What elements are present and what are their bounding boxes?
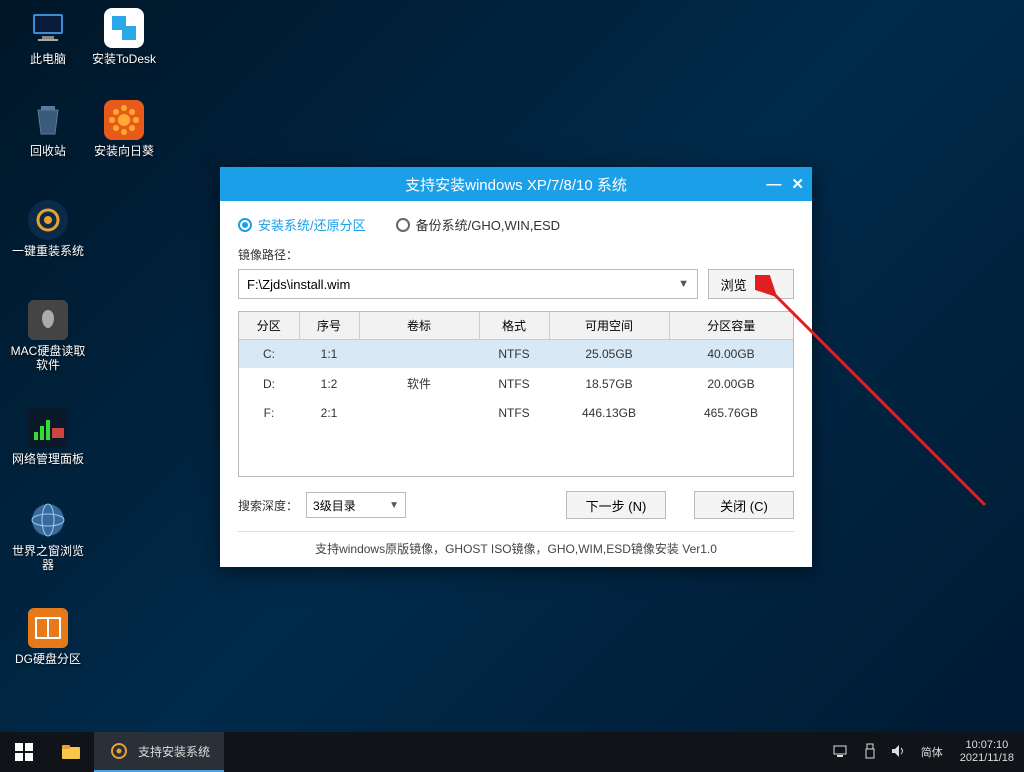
col-format: 格式 bbox=[479, 312, 549, 340]
todesk-icon bbox=[104, 8, 144, 48]
radio-backup[interactable]: 备份系统/GHO,WIN,ESD bbox=[396, 215, 560, 234]
taskbar-explorer[interactable] bbox=[48, 732, 94, 772]
taskbar-app-label: 支持安装系统 bbox=[138, 743, 210, 760]
icon-label: 回收站 bbox=[10, 144, 86, 158]
table-header-row: 分区 序号 卷标 格式 可用空间 分区容量 bbox=[239, 312, 793, 340]
window-title: 支持安装windows XP/7/8/10 系统 bbox=[405, 174, 627, 195]
windows-icon bbox=[15, 743, 33, 761]
apple-disk-icon bbox=[28, 300, 68, 340]
col-volume: 卷标 bbox=[359, 312, 479, 340]
icon-label: 网络管理面板 bbox=[10, 452, 86, 466]
icon-label: 世界之窗浏览器 bbox=[10, 544, 86, 572]
gear-icon bbox=[28, 200, 68, 240]
search-depth-dropdown[interactable]: 3级目录 ▼ bbox=[306, 492, 406, 518]
table-row[interactable]: C: 1:1 NTFS 25.05GB 40.00GB bbox=[239, 340, 793, 369]
next-button[interactable]: 下一步 (N) bbox=[566, 491, 666, 519]
icon-label: MAC硬盘读取软件 bbox=[10, 344, 86, 372]
radio-dot-icon bbox=[396, 218, 410, 232]
folder-icon bbox=[60, 741, 82, 763]
icon-label: 一键重装系统 bbox=[10, 244, 86, 258]
path-row: F:\Zjds\install.wim ▼ 浏览（B） bbox=[238, 269, 794, 299]
date-text: 2021/11/18 bbox=[960, 752, 1014, 765]
window-controls: — ✕ bbox=[766, 167, 804, 201]
installer-dialog: 支持安装windows XP/7/8/10 系统 — ✕ 安装系统/还原分区 备… bbox=[220, 167, 812, 567]
taskbar-app-installer[interactable]: 支持安装系统 bbox=[94, 732, 224, 772]
icon-label: 安装向日葵 bbox=[86, 144, 162, 158]
partition-table: 分区 序号 卷标 格式 可用空间 分区容量 C: 1:1 NTFS 25.05G… bbox=[238, 311, 794, 477]
icon-label: DG硬盘分区 bbox=[10, 652, 86, 666]
chevron-down-icon: ▼ bbox=[678, 278, 689, 290]
table-row[interactable]: D: 1:2 软件 NTFS 18.57GB 20.00GB bbox=[239, 368, 793, 399]
bottom-row: 搜索深度： 3级目录 ▼ 下一步 (N) 关闭 (C) bbox=[238, 491, 794, 519]
table-row[interactable]: F: 2:1 NTFS 446.13GB 465.76GB bbox=[239, 399, 793, 427]
col-partition: 分区 bbox=[239, 312, 299, 340]
desktop-icon-this-pc[interactable]: 此电脑 bbox=[10, 8, 86, 66]
desktop-icon-mac-disk[interactable]: MAC硬盘读取软件 bbox=[10, 300, 86, 372]
browse-button[interactable]: 浏览（B） bbox=[708, 269, 794, 299]
network-icon bbox=[28, 408, 68, 448]
ime-indicator[interactable]: 简体 bbox=[914, 744, 950, 760]
gear-icon bbox=[108, 740, 130, 762]
network-tray-icon[interactable] bbox=[826, 744, 856, 761]
desktop-icon-todesk[interactable]: 安装ToDesk bbox=[86, 8, 162, 66]
radio-install[interactable]: 安装系统/还原分区 bbox=[238, 215, 366, 234]
path-label: 镜像路径： bbox=[238, 246, 794, 263]
desktop-icon-reinstall[interactable]: 一键重装系统 bbox=[10, 200, 86, 258]
dg-icon bbox=[28, 608, 68, 648]
radio-label: 备份系统/GHO,WIN,ESD bbox=[416, 215, 560, 234]
taskbar-clock[interactable]: 10:07:10 2021/11/18 bbox=[950, 739, 1024, 765]
depth-value: 3级目录 bbox=[313, 497, 356, 514]
image-path-dropdown[interactable]: F:\Zjds\install.wim ▼ bbox=[238, 269, 698, 299]
radio-label: 安装系统/还原分区 bbox=[258, 215, 366, 234]
pc-icon bbox=[28, 8, 68, 48]
radio-dot-icon bbox=[238, 218, 252, 232]
system-tray: 简体 10:07:10 2021/11/18 bbox=[826, 732, 1024, 772]
titlebar[interactable]: 支持安装windows XP/7/8/10 系统 — ✕ bbox=[220, 167, 812, 201]
dialog-content: 安装系统/还原分区 备份系统/GHO,WIN,ESD 镜像路径： F:\Zjds… bbox=[220, 201, 812, 567]
usb-tray-icon[interactable] bbox=[856, 743, 884, 762]
globe-icon bbox=[28, 500, 68, 540]
footer-text: 支持windows原版镜像，GHOST ISO镜像，GHO,WIM,ESD镜像安… bbox=[238, 531, 794, 557]
search-depth-label: 搜索深度： bbox=[238, 497, 298, 514]
col-index: 序号 bbox=[299, 312, 359, 340]
volume-tray-icon[interactable] bbox=[884, 744, 914, 761]
close-btn[interactable]: 关闭 (C) bbox=[694, 491, 794, 519]
desktop-icon-recycle[interactable]: 回收站 bbox=[10, 100, 86, 158]
col-free: 可用空间 bbox=[549, 312, 669, 340]
start-button[interactable] bbox=[0, 732, 48, 772]
recycle-icon bbox=[28, 100, 68, 140]
mode-radio-group: 安装系统/还原分区 备份系统/GHO,WIN,ESD bbox=[238, 215, 794, 234]
minimize-button[interactable]: — bbox=[766, 176, 781, 193]
taskbar: 支持安装系统 简体 10:07:10 2021/11/18 bbox=[0, 732, 1024, 772]
path-value: F:\Zjds\install.wim bbox=[247, 277, 350, 292]
desktop-icon-browser[interactable]: 世界之窗浏览器 bbox=[10, 500, 86, 572]
icon-label: 安装ToDesk bbox=[86, 52, 162, 66]
sunflower-icon bbox=[104, 100, 144, 140]
chevron-down-icon: ▼ bbox=[389, 500, 399, 511]
desktop-icon-sunflower[interactable]: 安装向日葵 bbox=[86, 100, 162, 158]
icon-label: 此电脑 bbox=[10, 52, 86, 66]
desktop-icon-network[interactable]: 网络管理面板 bbox=[10, 408, 86, 466]
time-text: 10:07:10 bbox=[960, 739, 1014, 752]
close-button[interactable]: ✕ bbox=[791, 175, 804, 193]
desktop-icon-dg[interactable]: DG硬盘分区 bbox=[10, 608, 86, 666]
col-capacity: 分区容量 bbox=[669, 312, 793, 340]
